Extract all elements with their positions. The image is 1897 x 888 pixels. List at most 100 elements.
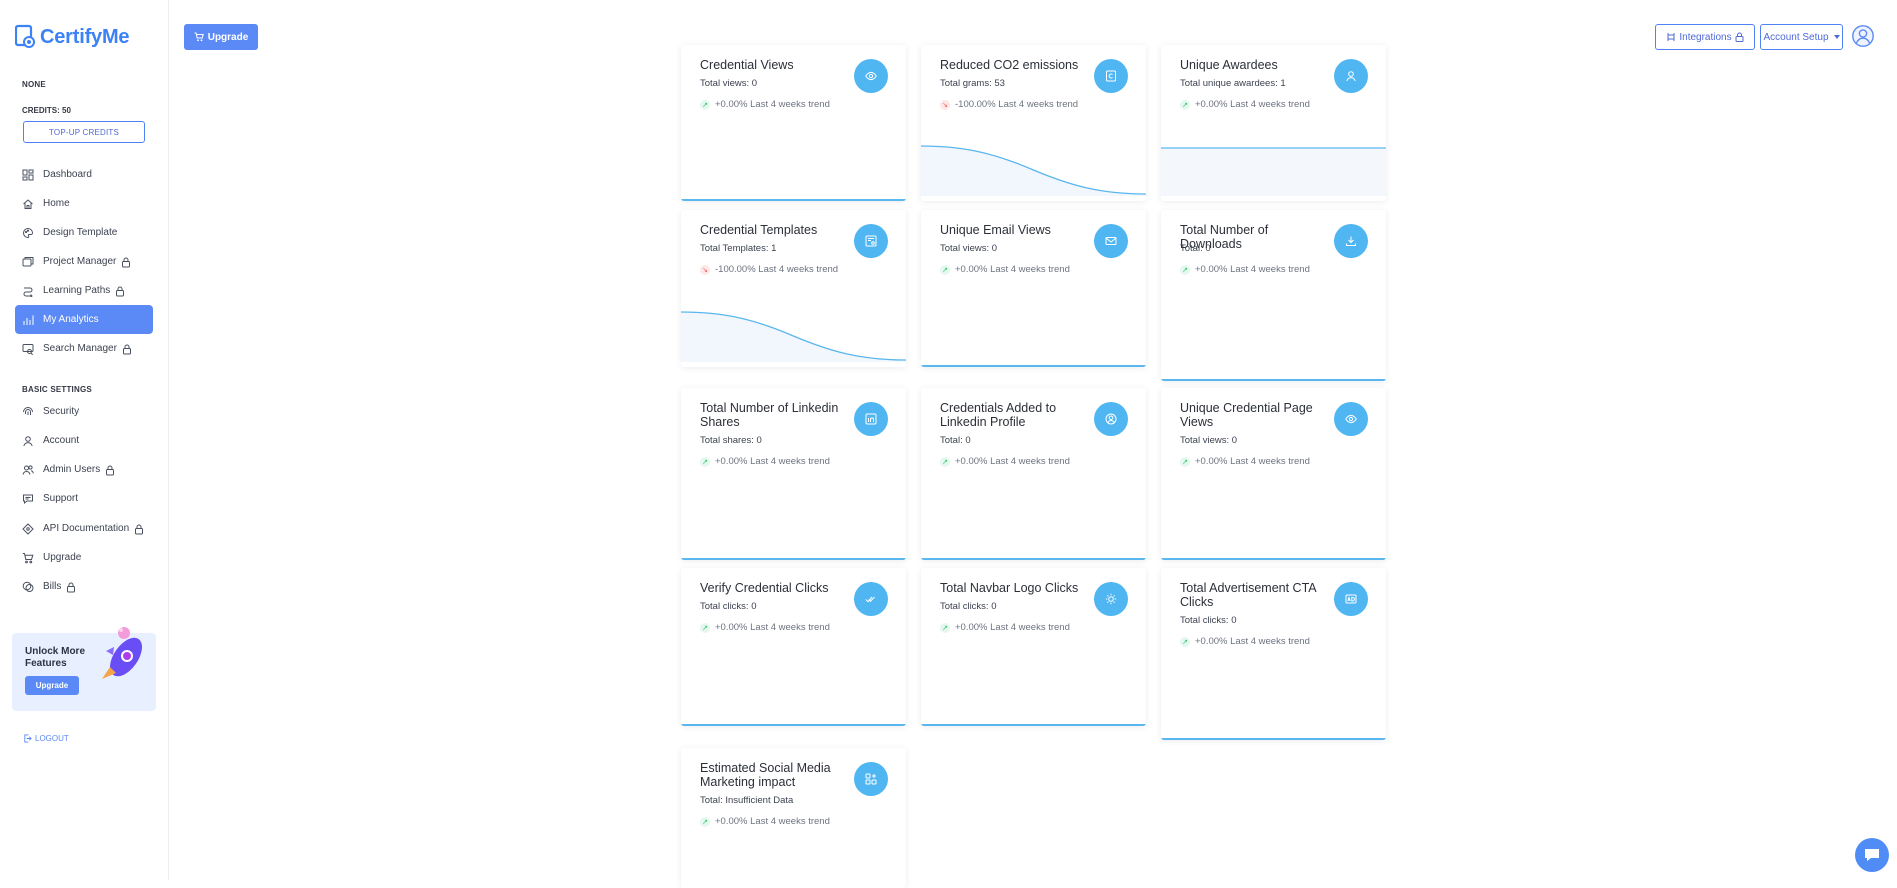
basic-settings-title: BASIC SETTINGS (22, 385, 92, 394)
header-upgrade-label: Upgrade (207, 31, 249, 43)
trend-baseline (1161, 738, 1386, 740)
stat-card-credentials-added-to-linkedin-profile[interactable]: Credentials Added to Linkedin Profile To… (921, 388, 1146, 560)
card-title: Credential Views (700, 58, 794, 72)
trend-baseline (921, 365, 1146, 367)
stat-card-estimated-social-media-marketing-impact[interactable]: Estimated Social Media Marketing impact … (681, 748, 906, 888)
sidebar-item-learning-paths[interactable]: Learning Paths (15, 276, 153, 305)
sidebar-item-dashboard[interactable]: Dashboard (15, 160, 153, 189)
sidebar-item-upgrade[interactable]: Upgrade (15, 543, 153, 572)
sidebar: CertifyMe NONE CREDITS: 50 TOP-UP CREDIT… (0, 0, 169, 880)
sidebar-item-search-manager[interactable]: Search Manager (15, 334, 153, 363)
sidebar-item-support[interactable]: Support (15, 484, 153, 513)
sidebar-item-api-documentation[interactable]: API Documentation (15, 514, 153, 543)
users-icon (22, 464, 34, 476)
card-title: Reduced CO2 emissions (940, 58, 1079, 72)
stat-card-unique-credential-page-views[interactable]: Unique Credential Page Views Total views… (1161, 388, 1386, 560)
card-trend-text: +0.00% Last 4 weeks trend (715, 622, 830, 633)
palette-icon (22, 227, 34, 239)
card-title: Unique Email Views (940, 223, 1051, 237)
card-total: Total: Insufficient Data (700, 795, 794, 806)
card-trend-text: +0.00% Last 4 weeks trend (1195, 636, 1310, 647)
trend-up-icon: ↗ (700, 456, 710, 467)
fingerprint-icon (22, 406, 34, 418)
header-upgrade-button[interactable]: Upgrade (184, 24, 258, 50)
user-avatar-icon (1852, 25, 1874, 47)
stat-card-total-navbar-logo-clicks[interactable]: Total Navbar Logo Clicks Total clicks: 0… (921, 568, 1146, 726)
sidebar-item-label: Bills (43, 581, 62, 592)
credits-label: CREDITS: 50 (22, 106, 71, 115)
promo-title: Unlock More Features (25, 646, 86, 669)
home-icon (22, 198, 34, 210)
download-icon (1334, 224, 1368, 258)
sidebar-item-label: Security (43, 406, 80, 417)
card-trend-text: -100.00% Last 4 weeks trend (955, 99, 1079, 110)
sidebar-item-security[interactable]: Security (15, 397, 153, 426)
sidebar-item-label: Learning Paths (43, 285, 111, 296)
path-icon (22, 285, 34, 297)
card-trend: ↘ -100.00% Last 4 weeks trend (700, 264, 838, 275)
card-title: Verify Credential Clicks (700, 581, 829, 595)
card-total: Total: 0 (1180, 243, 1211, 254)
stat-card-credential-templates[interactable]: Credential Templates Total Templates: 1 … (681, 210, 906, 367)
mail-icon (1094, 224, 1128, 258)
cart-icon (194, 32, 204, 42)
trend-area-chart (681, 310, 906, 367)
logout-icon (24, 734, 32, 743)
promo-upgrade-button[interactable]: Upgrade (25, 676, 79, 695)
card-trend-text: -100.00% Last 4 weeks trend (715, 264, 839, 275)
sidebar-item-home[interactable]: Home (15, 189, 153, 218)
stat-card-unique-email-views[interactable]: Unique Email Views Total views: 0 ↗ +0.0… (921, 210, 1146, 367)
eye-icon (1334, 402, 1368, 436)
search-screen-icon (22, 343, 34, 355)
template-icon (854, 224, 888, 258)
account-setup-dropdown[interactable]: Account Setup (1760, 24, 1843, 50)
stat-card-reduced-co2-emissions[interactable]: Reduced CO2 emissions Total grams: 53 ↘ … (921, 45, 1146, 201)
card-trend-text: +0.00% Last 4 weeks trend (715, 99, 830, 110)
lock-icon (114, 285, 126, 297)
certifyme-logo[interactable]: CertifyMe (14, 22, 130, 52)
rocket-illustration-icon (96, 623, 150, 690)
logout-button[interactable]: LOGOUT (23, 734, 69, 743)
sidebar-item-admin-users[interactable]: Admin Users (15, 455, 153, 484)
lock-icon (133, 523, 145, 535)
stat-card-total-number-of-linkedin-shares[interactable]: Total Number of Linkedin Shares Total sh… (681, 388, 906, 560)
chat-icon (22, 493, 34, 505)
card-total: Total clicks: 0 (700, 601, 757, 612)
card-total: Total grams: 53 (940, 78, 1005, 89)
card-trend: ↘ -100.00% Last 4 weeks trend (940, 99, 1078, 110)
topup-credits-button[interactable]: TOP-UP CREDITS (23, 121, 145, 143)
lock-icon (120, 256, 132, 268)
sun-click-icon (1094, 582, 1128, 616)
user-avatar[interactable] (1852, 25, 1874, 47)
account-setup-label: Account Setup (1763, 31, 1829, 43)
unlock-features-card: Unlock More Features Upgrade (12, 627, 156, 711)
sidebar-item-label: Upgrade (43, 552, 82, 563)
stat-card-total-advertisement-cta-clicks[interactable]: Total Advertisement CTA Clicks Total cli… (1161, 568, 1386, 740)
card-total: Total shares: 0 (700, 435, 762, 446)
eye-icon (854, 59, 888, 93)
stat-card-total-number-of-downloads[interactable]: Total Number of Downloads Total: 0 ↗ +0.… (1161, 210, 1386, 381)
sidebar-item-project-manager[interactable]: Project Manager (15, 247, 153, 276)
sidebar-item-account[interactable]: Account (15, 426, 153, 455)
trend-baseline (681, 724, 906, 726)
card-trend-text: +0.00% Last 4 weeks trend (955, 622, 1070, 633)
trend-up-icon: ↗ (1180, 264, 1190, 275)
trend-up-icon: ↗ (940, 264, 950, 275)
sidebar-item-label: Home (43, 198, 70, 209)
sidebar-item-design-template[interactable]: Design Template (15, 218, 153, 247)
trend-up-icon: ↗ (1180, 99, 1190, 110)
stat-card-verify-credential-clicks[interactable]: Verify Credential Clicks Total clicks: 0… (681, 568, 906, 726)
stat-card-unique-awardees[interactable]: Unique Awardees Total unique awardees: 1… (1161, 45, 1386, 201)
logout-label: LOGOUT (35, 734, 69, 743)
lock-icon (104, 464, 116, 476)
user-icon (22, 435, 34, 447)
stat-card-credential-views[interactable]: Credential Views Total views: 0 ↗ +0.00%… (681, 45, 906, 201)
trend-up-icon: ↗ (700, 816, 710, 827)
chat-support-button[interactable] (1855, 838, 1889, 872)
card-total: Total views: 0 (1180, 435, 1238, 446)
sidebar-item-label: Design Template (43, 227, 118, 238)
chat-bubble-icon (1865, 849, 1879, 861)
sidebar-item-my-analytics[interactable]: My Analytics (15, 305, 153, 334)
integrations-button[interactable]: Integrations (1655, 24, 1755, 50)
sidebar-item-bills[interactable]: Bills (15, 572, 153, 601)
